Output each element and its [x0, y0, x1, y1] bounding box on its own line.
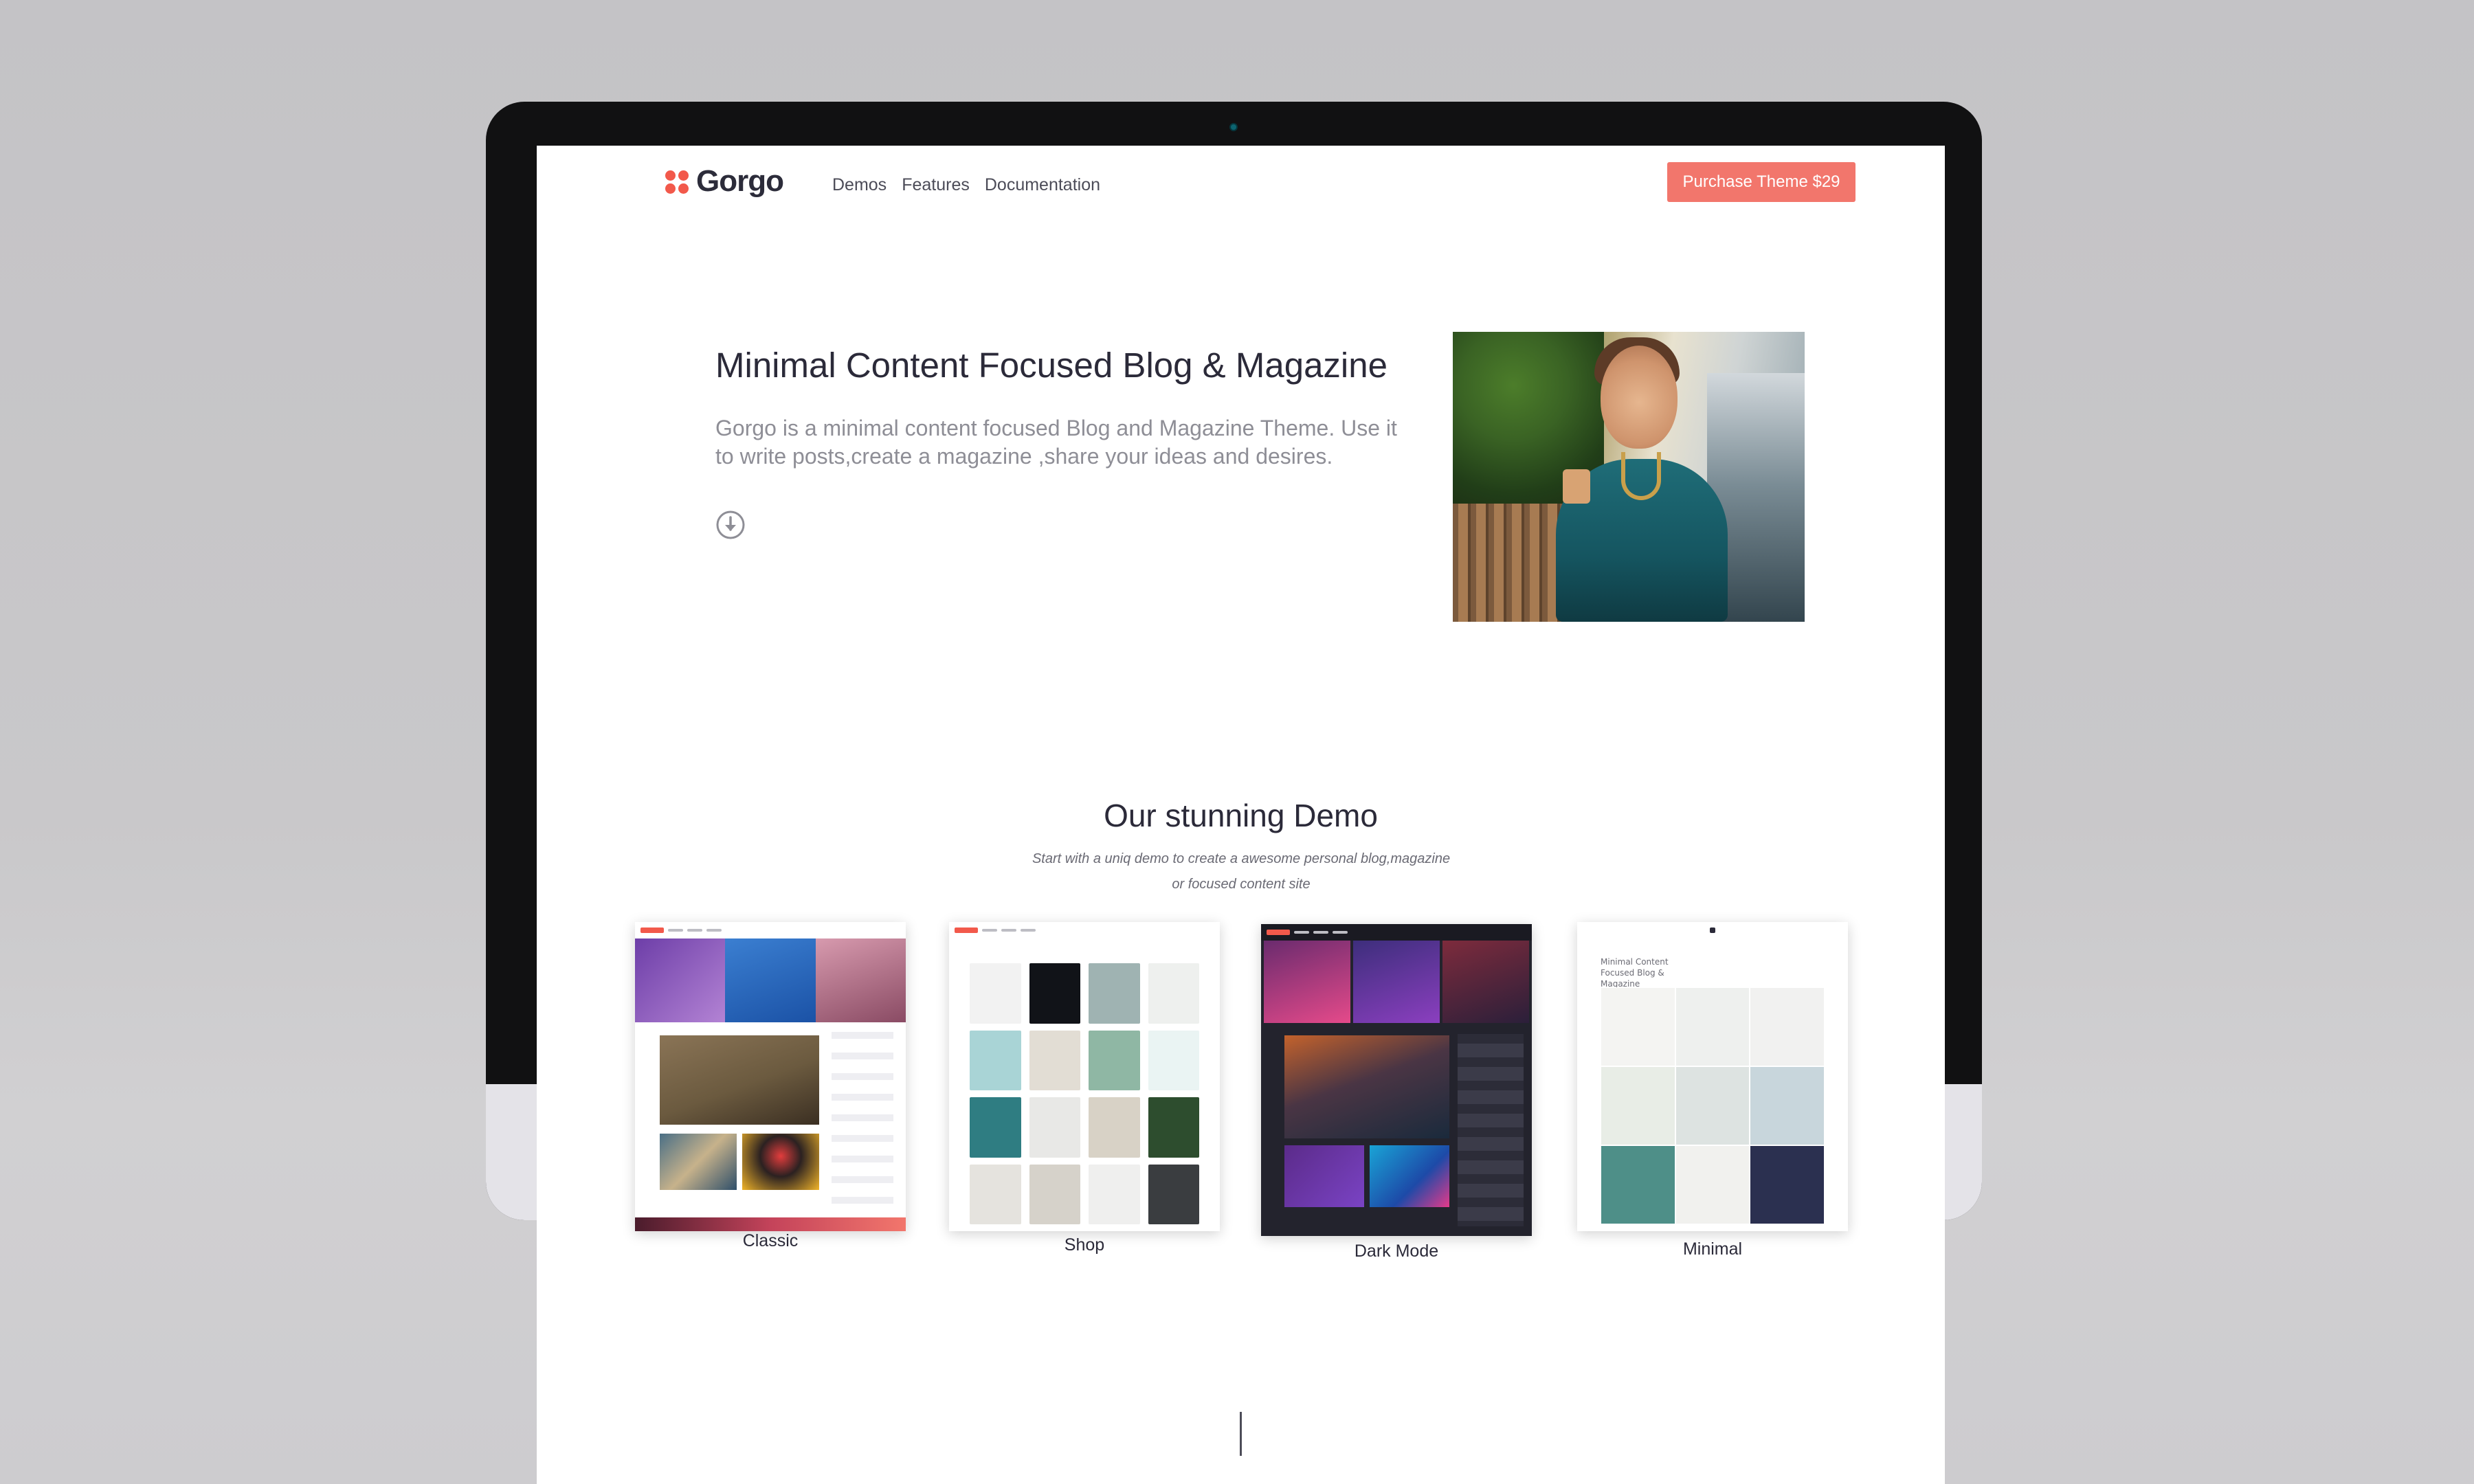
demo-label-minimal[interactable]: Minimal	[1577, 1239, 1848, 1259]
nav-link-features[interactable]: Features	[902, 175, 970, 195]
demo-thumbnail-minimal[interactable]: Minimal Content Focused Blog & Magazine	[1577, 922, 1848, 1231]
webcam-dot	[1229, 123, 1238, 131]
demo-label-dark-mode[interactable]: Dark Mode	[1261, 1241, 1532, 1261]
scroll-indicator	[1240, 1412, 1242, 1456]
demo-thumbnail-classic[interactable]	[635, 922, 906, 1231]
nav-link-demos[interactable]: Demos	[832, 175, 887, 195]
hero-photo	[1453, 332, 1805, 622]
demo-subtitle-line2: or focused content site	[1172, 877, 1311, 892]
demo-section-subtitle: Start with a uniq demo to create a aweso…	[1018, 846, 1464, 897]
nav-links: Demos Features Documentation	[832, 175, 1100, 195]
arrow-down-circle-icon[interactable]	[715, 510, 746, 540]
nav-link-documentation[interactable]: Documentation	[985, 175, 1100, 195]
gorgo-logo-icon[interactable]	[665, 170, 690, 195]
hero-title: Minimal Content Focused Blog & Magazine	[715, 346, 1388, 385]
demo-label-classic[interactable]: Classic	[635, 1231, 906, 1251]
purchase-theme-button[interactable]: Purchase Theme $29	[1667, 162, 1855, 202]
brand-name[interactable]: Gorgo	[696, 164, 784, 199]
demo-thumbnail-dark-mode[interactable]	[1261, 924, 1532, 1236]
hero-description: Gorgo is a minimal content focused Blog …	[715, 416, 1397, 469]
minimal-thumb-title: Minimal Content Focused Blog & Magazine	[1601, 957, 1669, 989]
demo-label-shop[interactable]: Shop	[949, 1235, 1220, 1255]
website-screen: Gorgo Demos Features Documentation Purch…	[537, 146, 1945, 1484]
demo-thumbnail-shop[interactable]	[949, 922, 1220, 1231]
demo-subtitle-line1: Start with a uniq demo to create a aweso…	[1032, 851, 1451, 866]
demo-section-title: Our stunning Demo	[1104, 798, 1378, 833]
